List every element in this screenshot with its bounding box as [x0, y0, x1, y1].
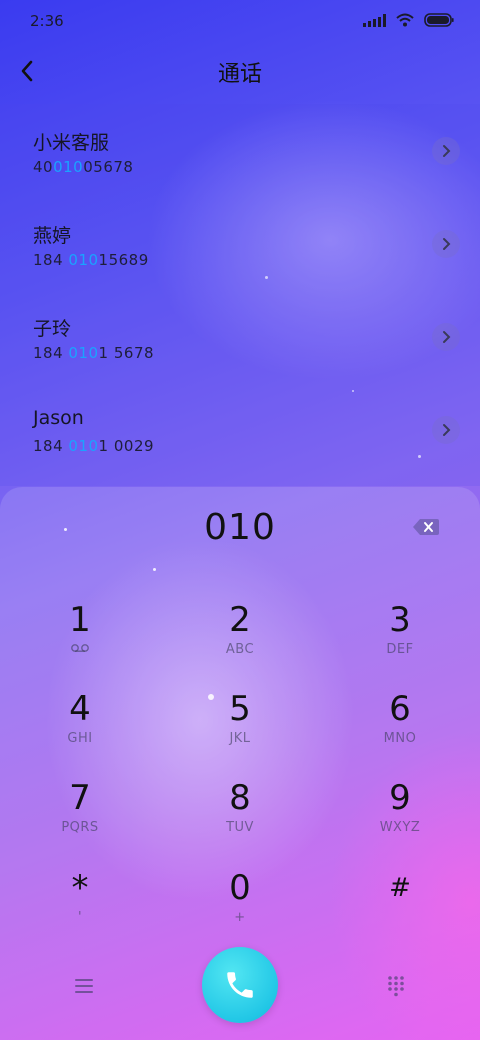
number-match: 010 — [68, 344, 99, 362]
contact-name: 燕婷 — [33, 225, 72, 247]
number-prefix: 184 — [33, 251, 69, 269]
signal-icon — [363, 13, 386, 27]
key-letters: DEF — [386, 642, 414, 657]
number-suffix: 15689 — [98, 251, 149, 269]
number-match: 010 — [53, 158, 84, 176]
key-letters: WXYZ — [379, 820, 421, 835]
status-bar: 2:36 — [0, 0, 480, 42]
key-digit: * — [71, 868, 89, 908]
key-digit: # — [389, 873, 411, 903]
key-letters: JKL — [229, 731, 251, 746]
contact-name: Jason — [33, 407, 84, 429]
dialed-number: 010 — [204, 507, 276, 548]
key-digit: 1 — [69, 600, 91, 640]
key-letters: + — [234, 910, 246, 925]
phone-icon — [227, 972, 253, 998]
number-prefix: 184 — [33, 344, 69, 362]
number-suffix: 1 0029 — [98, 437, 155, 455]
menu-icon — [75, 979, 93, 993]
status-icons — [363, 13, 454, 27]
contact-list: 小米客服 4001005678 燕婷 184 01015689 子玲 184 0… — [0, 104, 480, 486]
number-prefix: 184 — [33, 437, 69, 455]
dial-key-star[interactable]: * ' — [20, 860, 140, 938]
key-letters — [340, 910, 460, 926]
chevron-right-icon — [443, 331, 451, 343]
key-letters: MNO — [383, 731, 417, 746]
key-letters: ' — [77, 910, 83, 925]
key-letters: PQRS — [61, 820, 99, 835]
key-letters: ABC — [225, 642, 255, 657]
dial-key-4[interactable]: 4 GHI — [20, 681, 140, 759]
contact-number: 184 0101 0029 — [33, 437, 154, 455]
page-title: 通话 — [217, 62, 262, 87]
dial-key-hash[interactable]: # — [340, 860, 460, 938]
number-suffix: 1 5678 — [98, 344, 155, 362]
call-button[interactable] — [202, 947, 278, 1023]
contact-detail-button[interactable] — [432, 323, 460, 351]
status-time: 2:36 — [30, 12, 64, 30]
dialpad-icon — [388, 976, 404, 997]
key-digit: 3 — [389, 600, 411, 640]
dial-key-6[interactable]: 6 MNO — [340, 681, 460, 759]
number-match: 010 — [68, 437, 99, 455]
key-digit: 8 — [229, 778, 251, 818]
contact-detail-button[interactable] — [432, 137, 460, 165]
dialpad-toggle-button[interactable] — [374, 969, 418, 1003]
key-digit: 0 — [229, 868, 251, 908]
number-prefix: 40 — [33, 158, 54, 176]
dial-key-0[interactable]: 0 + — [180, 860, 300, 938]
dialpad-panel: 010 1 2 ABC 3 DEF 4 GHI 5 JKL 6 MNO 7 PQ… — [0, 487, 480, 1040]
contact-name: 小米客服 — [33, 132, 110, 154]
dial-key-5[interactable]: 5 JKL — [180, 681, 300, 759]
battery-icon — [424, 13, 454, 27]
contact-detail-button[interactable] — [432, 416, 460, 444]
backspace-icon — [413, 519, 439, 535]
header: 通话 — [0, 48, 480, 94]
number-match: 010 — [68, 251, 99, 269]
key-digit: 6 — [389, 689, 411, 729]
contact-item[interactable]: 小米客服 4001005678 — [0, 104, 480, 197]
chevron-right-icon — [443, 145, 451, 157]
key-digit: 7 — [69, 778, 91, 818]
contact-item[interactable]: 子玲 184 0101 5678 — [0, 290, 480, 383]
contact-item[interactable]: 燕婷 184 01015689 — [0, 197, 480, 290]
key-letters: TUV — [226, 820, 254, 835]
dial-key-1[interactable]: 1 — [20, 592, 140, 670]
contact-detail-button[interactable] — [432, 230, 460, 258]
key-digit: 2 — [229, 600, 251, 640]
menu-button[interactable] — [62, 969, 106, 1003]
contact-number: 184 01015689 — [33, 251, 149, 269]
contact-name: 子玲 — [33, 318, 72, 340]
dial-key-2[interactable]: 2 ABC — [180, 592, 300, 670]
key-letters: GHI — [67, 731, 93, 746]
key-digit: 5 — [229, 689, 251, 729]
chevron-right-icon — [443, 424, 451, 436]
dial-key-3[interactable]: 3 DEF — [340, 592, 460, 670]
contact-item[interactable]: Jason 184 0101 0029 — [0, 383, 480, 476]
dial-key-7[interactable]: 7 PQRS — [20, 770, 140, 848]
contact-number: 184 0101 5678 — [33, 344, 154, 362]
backspace-button[interactable] — [412, 517, 440, 537]
dial-key-9[interactable]: 9 WXYZ — [340, 770, 460, 848]
key-digit: 4 — [69, 689, 91, 729]
dial-key-8[interactable]: 8 TUV — [180, 770, 300, 848]
chevron-right-icon — [443, 238, 451, 250]
contact-number: 4001005678 — [33, 158, 133, 176]
key-digit: 9 — [389, 778, 411, 818]
number-suffix: 05678 — [83, 158, 134, 176]
wifi-icon — [396, 13, 414, 27]
voicemail-icon — [20, 642, 140, 658]
